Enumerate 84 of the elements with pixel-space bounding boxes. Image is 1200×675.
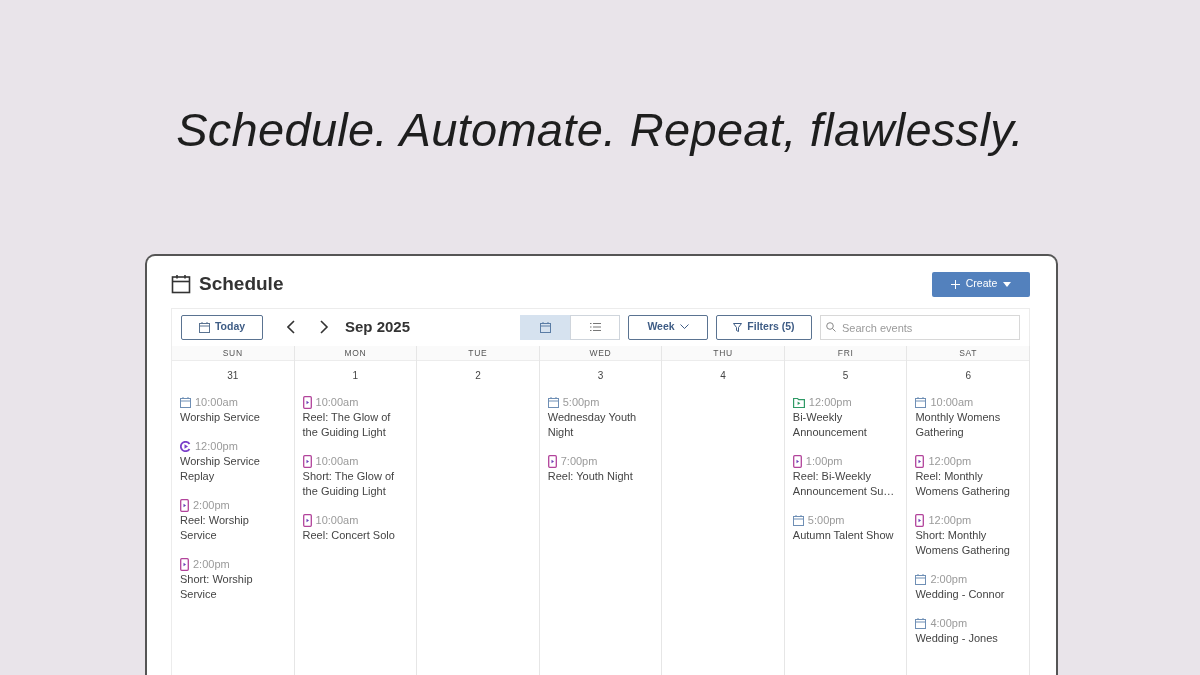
event-title[interactable]: Bi-Weekly Announcement xyxy=(792,409,899,440)
day-header: MON xyxy=(294,345,417,361)
event-time: 1:00pm xyxy=(805,453,843,469)
calendar-icon xyxy=(180,396,191,408)
calendar-icon xyxy=(539,321,551,333)
search-field[interactable]: Search events xyxy=(820,315,1020,340)
day-date: 31 xyxy=(226,368,240,383)
calendar-icon xyxy=(198,321,210,333)
calendar-icon xyxy=(547,396,559,408)
calendar-icon xyxy=(915,617,927,629)
event-title[interactable]: Wednesday Youth Night xyxy=(547,409,654,440)
event-title[interactable]: Monthly Womens Gathering xyxy=(915,409,1021,440)
filters-button[interactable]: Filters (5) xyxy=(716,314,812,340)
event-time: 7:00pm xyxy=(560,453,598,469)
event-title[interactable]: Autumn Talent Show xyxy=(792,527,899,543)
plus-icon xyxy=(950,279,960,289)
page-title: Schedule xyxy=(199,272,284,296)
calendar-icon xyxy=(171,274,191,295)
phone-video-icon xyxy=(302,513,312,527)
event-title[interactable]: Wedding - Connor xyxy=(915,586,1021,602)
event-title[interactable]: Worship Service xyxy=(180,409,286,425)
day-header: THU xyxy=(662,345,784,361)
event-time: 5:00pm xyxy=(562,394,600,410)
day-date: 5 xyxy=(841,368,850,383)
folder-icon xyxy=(792,396,805,408)
day-header: WED xyxy=(539,345,662,361)
calendar-icon xyxy=(915,396,927,408)
day-header: SAT xyxy=(907,345,1029,361)
day-header: FRI xyxy=(784,345,907,361)
day-date: 1 xyxy=(351,368,360,383)
day-header: TUE xyxy=(417,345,539,361)
event-title[interactable]: Short: The Glow of the Guiding Light xyxy=(302,468,409,499)
previous-button[interactable] xyxy=(287,320,296,334)
event-time: 10:00am xyxy=(315,394,359,410)
event-title[interactable]: Reel: Youth Night xyxy=(547,468,654,484)
caret-icon xyxy=(1003,281,1012,287)
month-label: Sep 2025 xyxy=(345,316,411,337)
create-button[interactable]: Create xyxy=(932,271,1030,297)
event-time: 12:00pm xyxy=(928,453,972,469)
calendar-icon xyxy=(915,573,927,585)
event-time: 5:00pm xyxy=(807,512,845,528)
event-time: 4:00pm xyxy=(930,615,968,631)
week-dropdown[interactable]: Week xyxy=(628,314,708,340)
day-date: 3 xyxy=(596,368,605,383)
event-title[interactable]: Wedding - Jones xyxy=(915,630,1021,646)
phone-video-icon xyxy=(915,513,925,527)
event-time: 2:00pm xyxy=(930,571,968,587)
event-time: 10:00am xyxy=(930,394,974,410)
day-date: 6 xyxy=(964,368,972,383)
event-time: 10:00am xyxy=(315,453,359,469)
event-title[interactable]: Worship Service Replay xyxy=(180,453,286,484)
event-time: 12:00pm xyxy=(195,438,238,454)
next-button[interactable] xyxy=(320,320,329,334)
phone-video-icon xyxy=(302,395,312,409)
today-button[interactable]: Today xyxy=(181,314,263,340)
event-title[interactable]: Short: Worship Service xyxy=(180,571,286,602)
phone-video-icon xyxy=(792,454,802,468)
replay-icon xyxy=(180,440,191,452)
calendar-icon xyxy=(792,514,804,526)
event-title[interactable]: Reel: Monthly Womens Gathering xyxy=(915,468,1021,499)
event-time: 2:00pm xyxy=(193,556,230,572)
event-time: 10:00am xyxy=(315,512,359,528)
filter-icon xyxy=(733,322,743,332)
event-title[interactable]: Reel: Bi-Weekly Announcement Su… xyxy=(792,468,899,499)
day-date: 4 xyxy=(719,368,727,383)
event-time: 12:00pm xyxy=(928,512,972,528)
headline: Schedule. Automate. Repeat, flawlessly. xyxy=(176,104,1024,156)
list-icon xyxy=(589,322,601,332)
event-title[interactable]: Short: Monthly Womens Gathering xyxy=(915,527,1021,558)
event-time: 12:00pm xyxy=(808,394,852,410)
phone-video-icon xyxy=(915,454,925,468)
event-title[interactable]: Reel: Worship Service xyxy=(180,512,286,543)
day-header: SUN xyxy=(172,345,294,361)
event-title[interactable]: Reel: Concert Solo xyxy=(302,527,409,543)
calendar-view-button[interactable] xyxy=(520,314,570,340)
event-title[interactable]: Reel: The Glow of the Guiding Light xyxy=(302,409,409,440)
event-time: 2:00pm xyxy=(193,497,230,513)
phone-video-icon xyxy=(302,454,312,468)
phone-video-icon xyxy=(180,498,189,512)
chevron-down-icon xyxy=(679,324,689,330)
event-time: 10:00am xyxy=(195,394,238,410)
day-date: 2 xyxy=(474,368,482,383)
phone-video-icon xyxy=(180,557,189,571)
phone-video-icon xyxy=(547,454,557,468)
